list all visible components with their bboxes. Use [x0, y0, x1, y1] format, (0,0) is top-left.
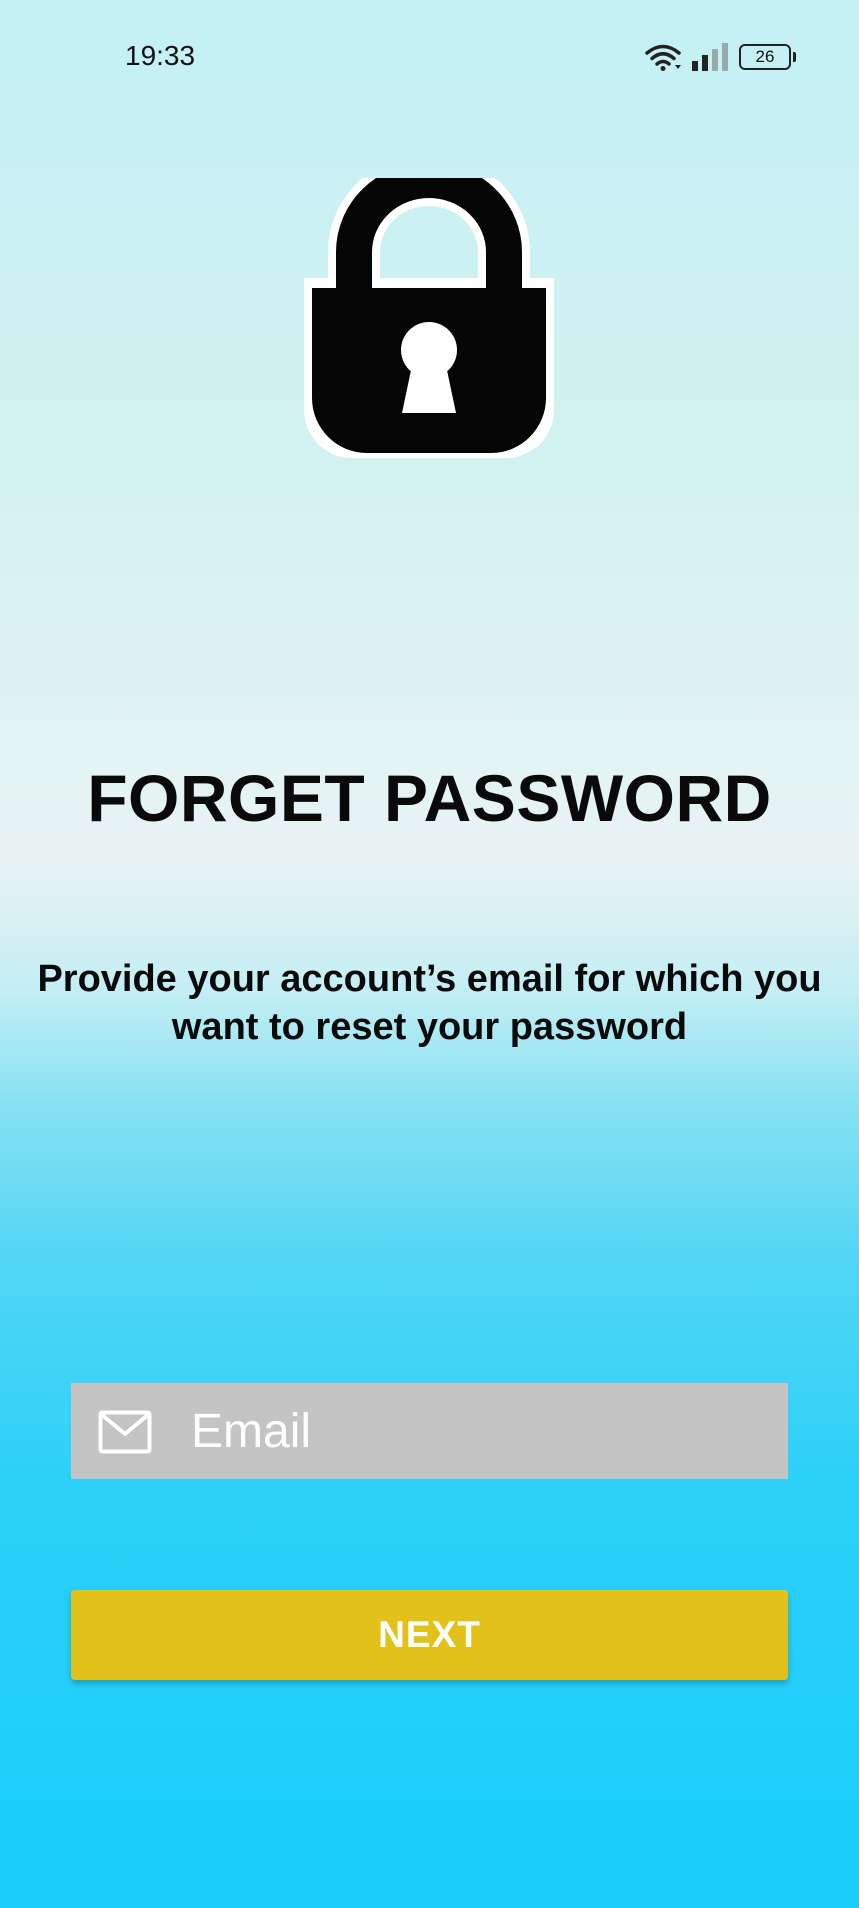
status-icons: 26 — [645, 40, 796, 74]
email-field[interactable] — [71, 1383, 788, 1479]
battery-level: 26 — [755, 47, 775, 66]
next-button[interactable]: NEXT — [71, 1590, 788, 1680]
signal-icon — [692, 43, 728, 71]
mail-icon — [98, 1410, 152, 1454]
status-time: 19:33 — [125, 40, 196, 71]
instructions-text: Provide your account’s email for which y… — [37, 958, 822, 1048]
battery-icon: 26 — [739, 44, 796, 70]
wifi-icon — [645, 44, 681, 71]
lock-icon — [300, 154, 558, 463]
page-title: FORGET PASSWORD — [87, 761, 772, 835]
email-input[interactable] — [191, 1383, 771, 1479]
status-bar: 19:33 26 — [0, 0, 859, 116]
